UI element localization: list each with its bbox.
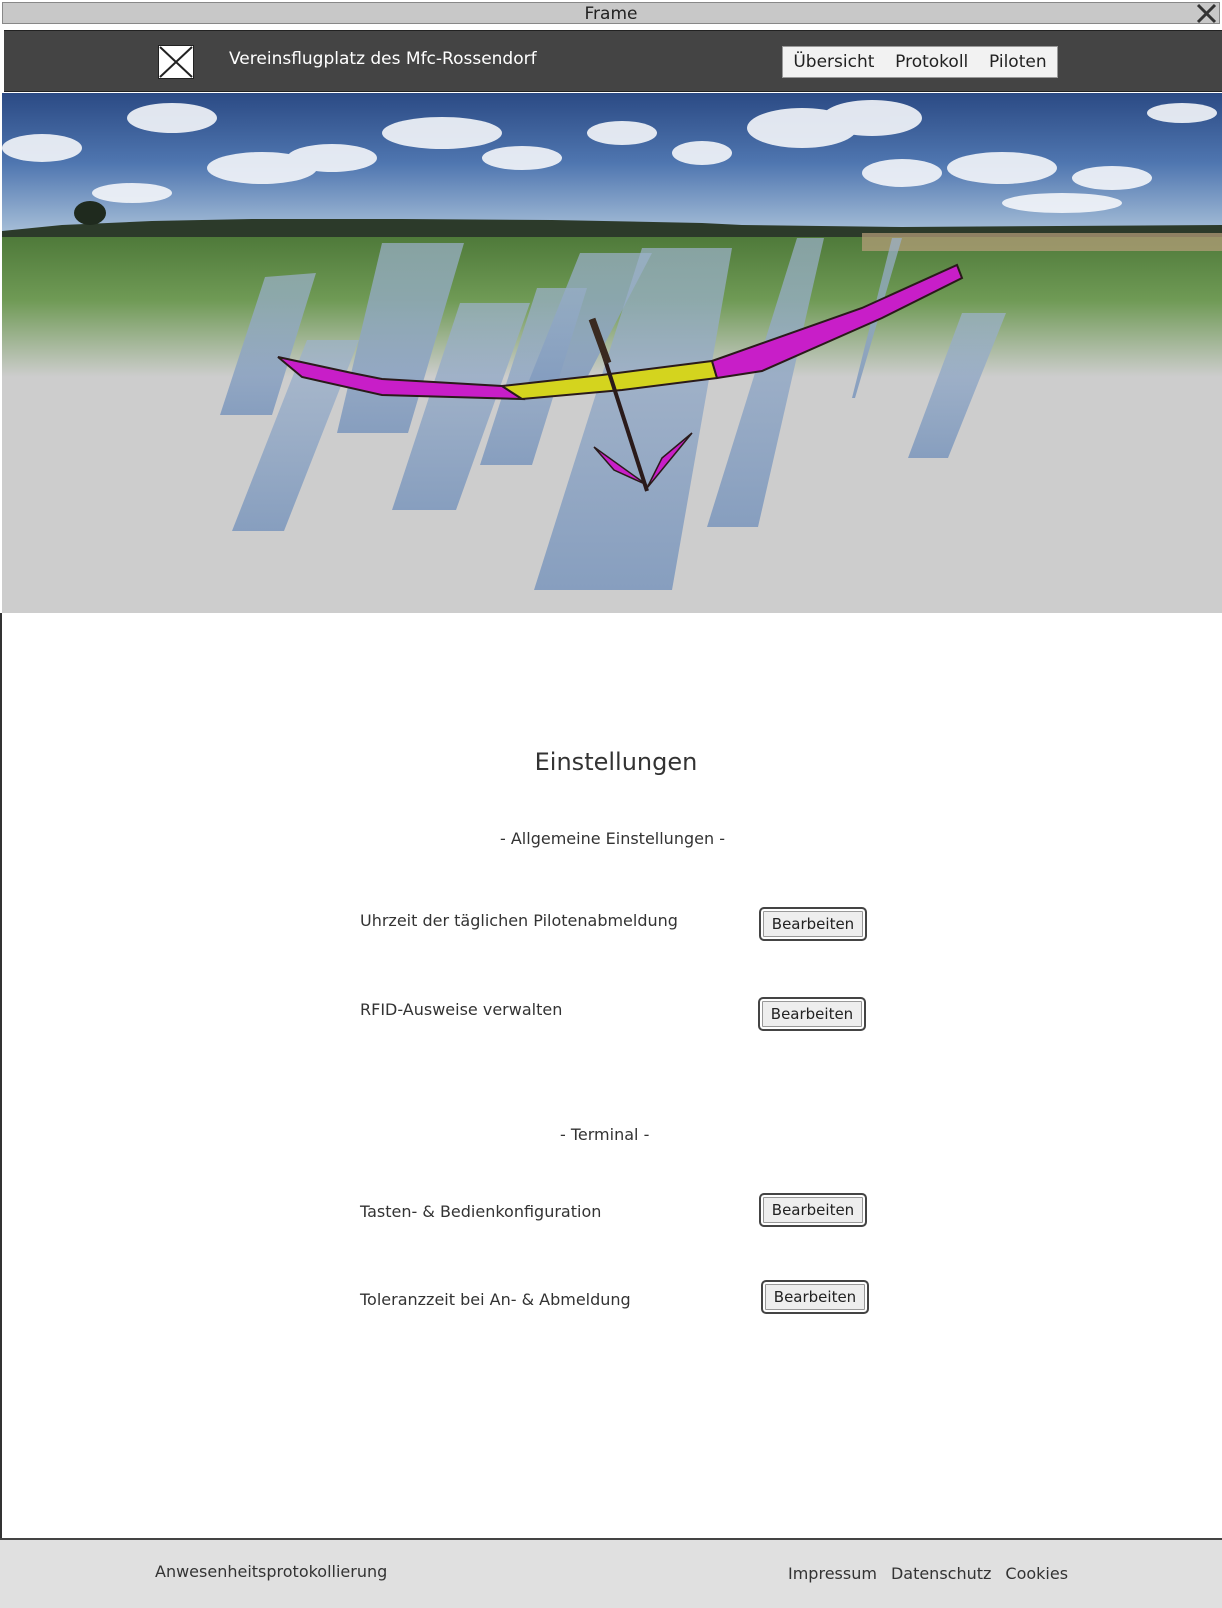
- row-label-tastenkonfiguration: Tasten- & Bedienkonfiguration: [360, 1202, 602, 1221]
- site-header: Vereinsflugplatz des Mfc-Rossendorf Über…: [4, 30, 1222, 92]
- logo-placeholder-icon[interactable]: [158, 45, 194, 79]
- footer-brand: Anwesenheitsprotokollierung: [155, 1562, 388, 1581]
- footer-links: Impressum Datenschutz Cookies: [788, 1564, 1068, 1583]
- nav-item-uebersicht[interactable]: Übersicht: [793, 52, 874, 72]
- footer-link-cookies[interactable]: Cookies: [1005, 1564, 1068, 1583]
- edit-button-rfid[interactable]: Bearbeiten: [758, 997, 866, 1031]
- footer-link-impressum[interactable]: Impressum: [788, 1564, 877, 1583]
- section-label-terminal: - Terminal -: [560, 1125, 650, 1144]
- main-nav: Übersicht Protokoll Piloten: [782, 46, 1058, 78]
- window-title: Frame: [584, 4, 638, 24]
- close-icon[interactable]: [1193, 1, 1219, 27]
- section-label-allgemein: - Allgemeine Einstellungen -: [500, 829, 725, 848]
- site-title[interactable]: Vereinsflugplatz des Mfc-Rossendorf: [229, 49, 537, 69]
- edit-button-tastenkonfiguration[interactable]: Bearbeiten: [759, 1193, 867, 1227]
- nav-item-piloten[interactable]: Piloten: [989, 52, 1047, 72]
- row-label-pilotenabmeldung: Uhrzeit der täglichen Pilotenabmeldung: [360, 911, 678, 930]
- footer-link-datenschutz[interactable]: Datenschutz: [891, 1564, 991, 1583]
- site-footer: Anwesenheitsprotokollierung Impressum Da…: [0, 1538, 1222, 1608]
- row-label-toleranzzeit: Toleranzzeit bei An- & Abmeldung: [360, 1290, 631, 1309]
- hero-image: [2, 93, 1222, 613]
- edit-button-toleranzzeit[interactable]: Bearbeiten: [761, 1280, 869, 1314]
- nav-item-protokoll[interactable]: Protokoll: [895, 52, 968, 72]
- page-title: Einstellungen: [534, 748, 698, 776]
- row-label-rfid: RFID-Ausweise verwalten: [360, 1000, 563, 1019]
- window-titlebar: Frame: [2, 2, 1220, 24]
- edit-button-pilotenabmeldung[interactable]: Bearbeiten: [759, 907, 867, 941]
